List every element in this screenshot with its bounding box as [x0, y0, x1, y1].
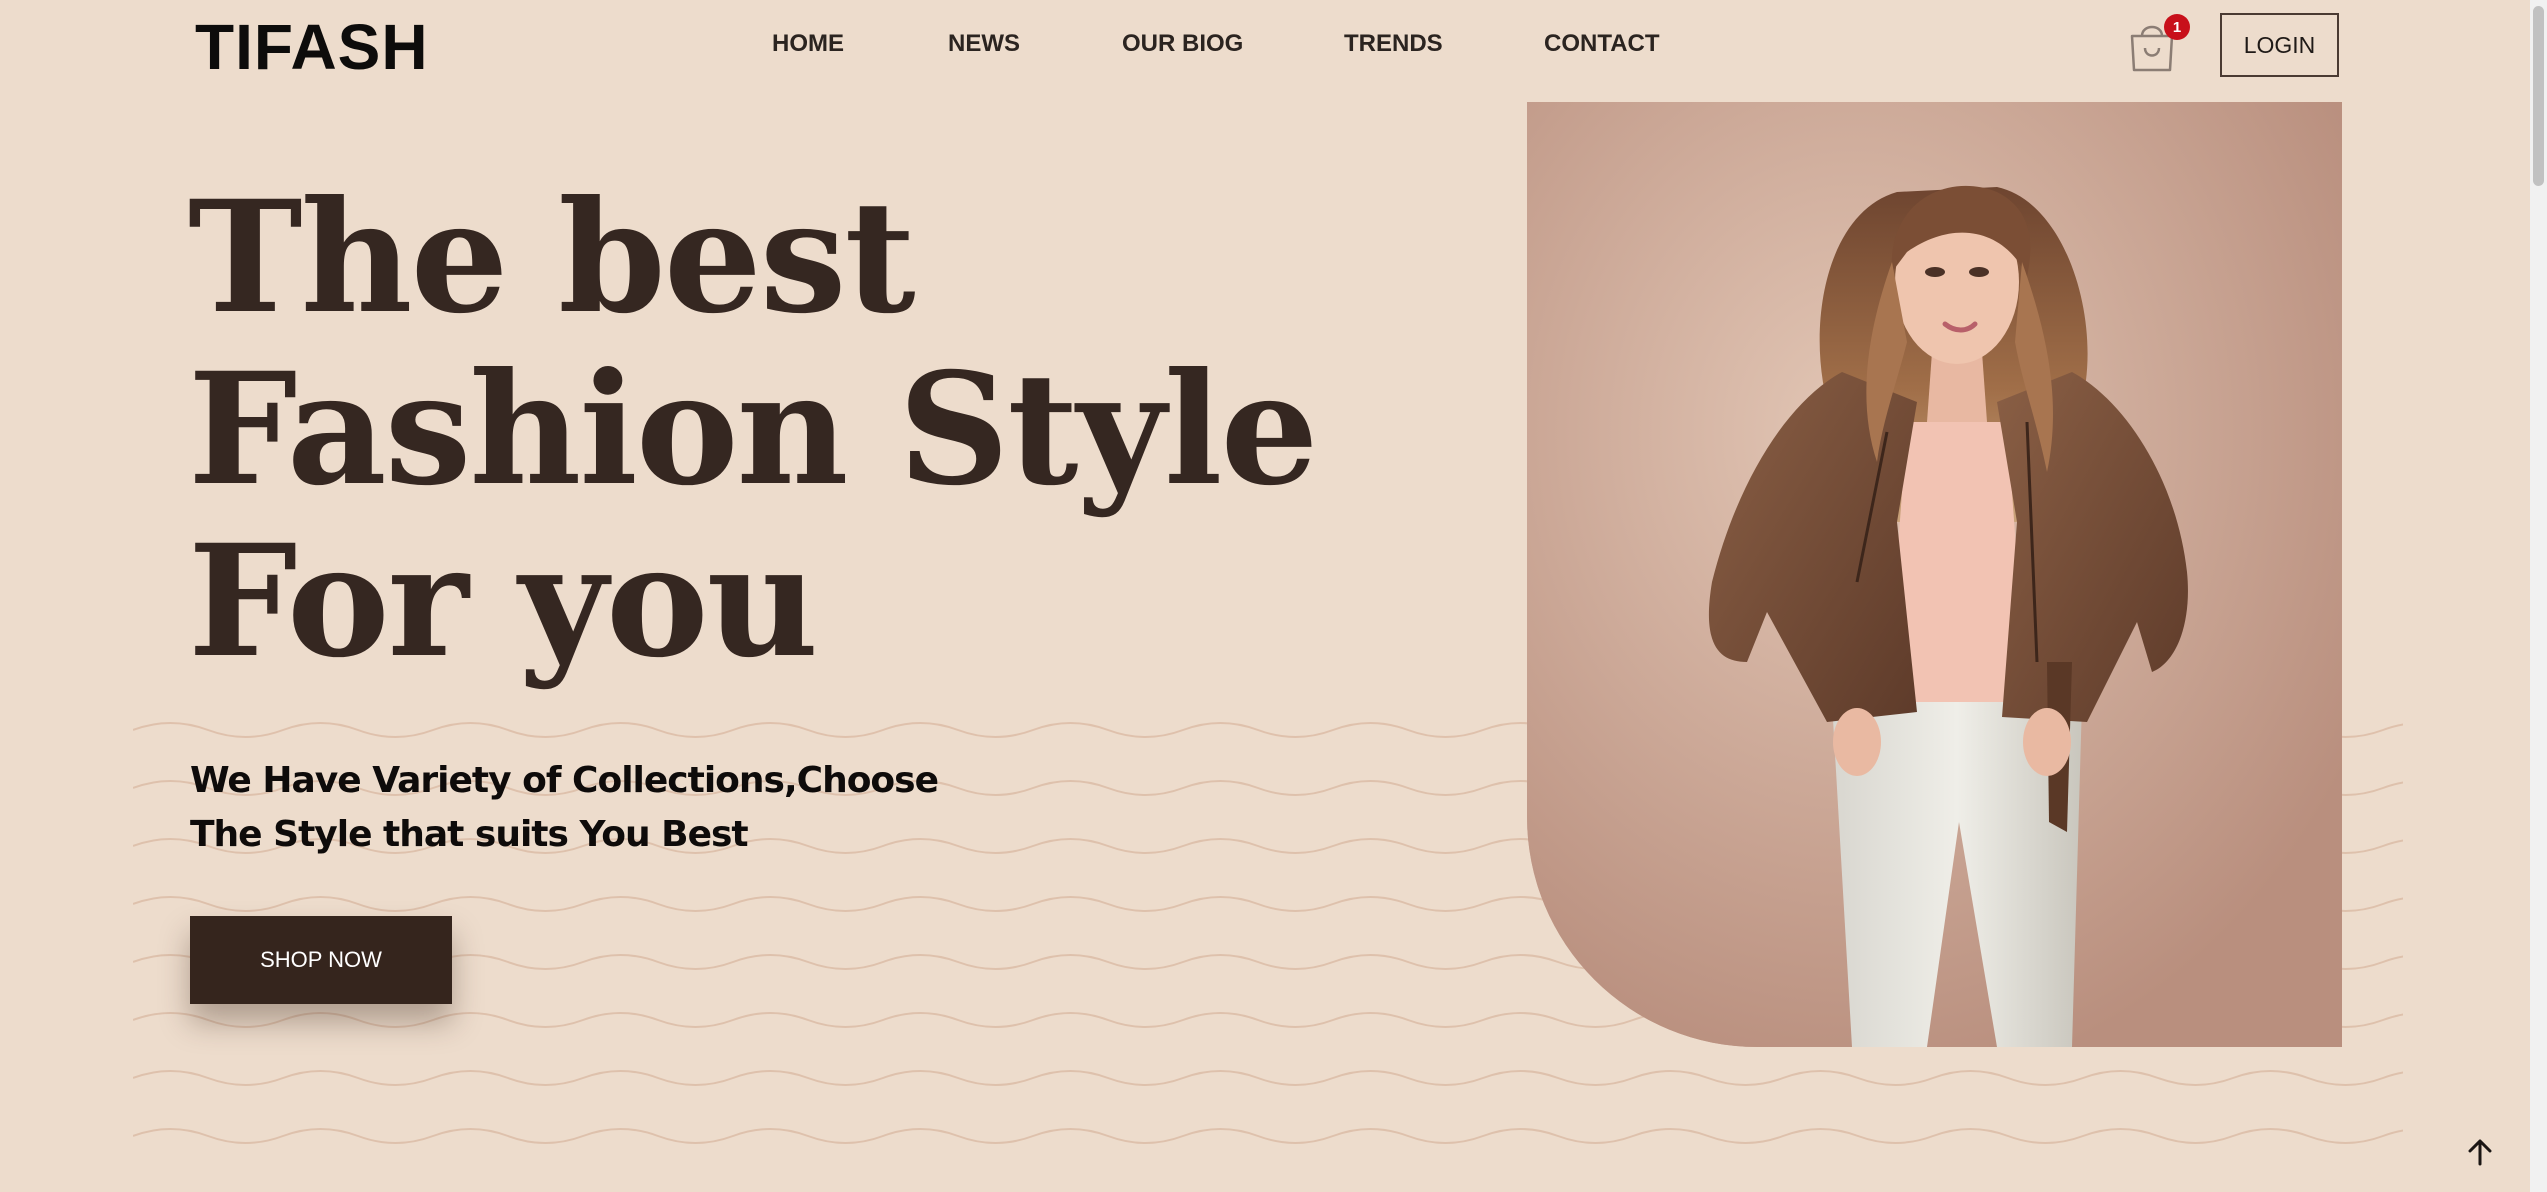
scrollbar-thumb[interactable]: [2533, 6, 2544, 186]
brand-logo[interactable]: TIFASH: [195, 10, 429, 84]
nav-item-home[interactable]: HOME: [772, 30, 844, 58]
site-header: TIFASH HOME NEWS OUR BIOG TRENDS CONTACT…: [0, 0, 2547, 92]
hero-title-line: Fashion Style: [188, 339, 1318, 520]
scroll-to-top-button[interactable]: [2460, 1132, 2500, 1172]
nav-item-trends[interactable]: TRENDS: [1344, 30, 1443, 58]
model-illustration: [1527, 102, 2342, 1047]
hero-title: The best Fashion Style For you: [188, 167, 1318, 692]
cart-button[interactable]: 1: [2128, 14, 2190, 74]
hero-title-line: The best: [188, 167, 916, 348]
hero-subtitle: We Have Variety of Collections,Choose Th…: [190, 760, 939, 855]
login-button[interactable]: LOGIN: [2220, 13, 2339, 77]
page-scrollbar[interactable]: [2530, 0, 2547, 1192]
nav-item-contact[interactable]: CONTACT: [1544, 30, 1660, 58]
shop-now-button[interactable]: SHOP NOW: [190, 916, 452, 1004]
hero-model-image: [1527, 102, 2342, 1047]
wave-line: [133, 1070, 2403, 1086]
nav-item-our-biog[interactable]: OUR BIOG: [1122, 30, 1243, 58]
arrow-up-icon: [2468, 1139, 2492, 1166]
hero-title-line: For you: [188, 511, 819, 692]
cart-count-badge: 1: [2164, 14, 2190, 40]
wave-line: [133, 1128, 2403, 1144]
nav-item-news[interactable]: NEWS: [948, 30, 1020, 58]
